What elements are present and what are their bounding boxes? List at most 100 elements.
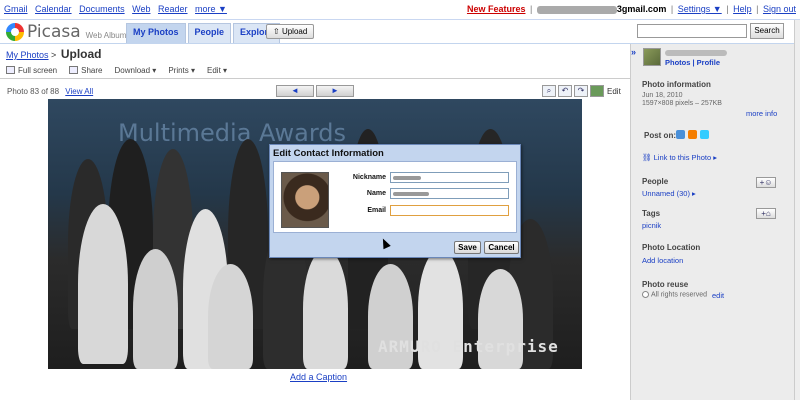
link-icon: ⛓: [642, 153, 654, 162]
nickname-label: Nickname: [352, 174, 386, 181]
page-scrollbar[interactable]: [794, 20, 800, 400]
picnik-edit-icon[interactable]: [590, 85, 604, 97]
owner-name-redacted: [665, 50, 727, 56]
add-caption-link[interactable]: Add a Caption: [290, 372, 347, 382]
photo-person: [78, 204, 128, 364]
tab-my-photos[interactable]: My Photos: [126, 23, 186, 43]
google-apps-links: Gmail Calendar Documents Web Reader more…: [4, 4, 232, 14]
upload-label: Upload: [281, 27, 308, 36]
edit-contact-dialog: Edit Contact Information Nickname Name E…: [269, 144, 521, 258]
photo-reuse-heading: Photo reuse: [642, 280, 689, 289]
gmail-link[interactable]: Gmail: [4, 4, 28, 14]
photo-person: [303, 249, 348, 369]
name-label: Name: [366, 190, 386, 197]
tag-link[interactable]: picnik: [642, 221, 661, 230]
add-person-button[interactable]: +☺: [756, 177, 776, 188]
photo-tools: ⌕ ↶ ↷ Edit: [542, 85, 621, 97]
new-features-link[interactable]: New Features: [467, 4, 526, 14]
breadcrumb-separator: >: [51, 50, 57, 60]
web-link[interactable]: Web: [132, 4, 150, 14]
toolbar-divider: [0, 78, 630, 79]
cancel-button[interactable]: Cancel: [484, 241, 519, 254]
app-header: Picasa Web Albums My Photos People Explo…: [0, 20, 800, 44]
edit-reuse-link[interactable]: edit: [712, 291, 724, 300]
post-on-label: Post on:: [644, 131, 676, 140]
documents-link[interactable]: Documents: [79, 4, 125, 14]
photo-reuse-value: All rights reserved: [642, 291, 707, 298]
fullscreen-icon: [6, 66, 15, 74]
view-all-link[interactable]: View All: [65, 87, 93, 96]
photo-position: Photo 83 of 88 View All: [7, 87, 93, 96]
zoom-icon[interactable]: ⌕: [542, 85, 556, 97]
full-screen-button[interactable]: Full screen: [6, 66, 57, 75]
rotate-right-icon[interactable]: ↷: [574, 85, 588, 97]
search-input[interactable]: [637, 24, 747, 38]
page-title: Upload: [60, 47, 102, 61]
photo-banner-text: Multimedia Awards: [118, 119, 347, 147]
twitter-icon[interactable]: [700, 130, 709, 139]
logo-text: Picasa: [27, 22, 81, 42]
photo-date: Jun 18, 2010: [642, 92, 683, 99]
upload-button[interactable]: ⇧ Upload: [266, 24, 315, 39]
more-info-link[interactable]: more info: [746, 109, 777, 118]
main-tabs: My Photos People Explore: [126, 23, 282, 43]
people-heading: People: [642, 177, 669, 186]
radio-icon: [642, 291, 649, 298]
dialog-body: Nickname Name Email: [273, 161, 517, 233]
save-button[interactable]: Save: [454, 241, 481, 254]
name-redacted: [393, 192, 429, 196]
picasa-logo[interactable]: Picasa Web Albums: [6, 22, 130, 42]
email-label: Email: [367, 207, 386, 214]
reader-link[interactable]: Reader: [158, 4, 188, 14]
help-link[interactable]: Help: [733, 4, 752, 14]
nickname-field[interactable]: [390, 172, 509, 183]
sign-out-link[interactable]: Sign out: [763, 4, 796, 14]
full-screen-label: Full screen: [18, 65, 58, 75]
search-button[interactable]: Search: [750, 23, 784, 39]
logo-subtitle: Web Albums: [85, 30, 131, 40]
email-redacted: [536, 5, 617, 14]
dialog-title: Edit Contact Information: [273, 148, 384, 159]
edit-menu[interactable]: Edit ▾: [207, 66, 227, 75]
photo-dimensions: 1597×808 pixels – 257KB: [642, 100, 722, 107]
email-field[interactable]: [390, 205, 509, 216]
previous-photo-button[interactable]: ◄: [276, 85, 314, 97]
mail-icon: [69, 66, 79, 74]
top-navigation-bar: Gmail Calendar Documents Web Reader more…: [0, 0, 800, 20]
download-menu[interactable]: Download ▾: [114, 66, 156, 75]
nickname-redacted: [393, 176, 421, 180]
avatar[interactable]: [643, 48, 661, 66]
unnamed-people-link[interactable]: Unnamed (30) ▸: [642, 189, 696, 198]
photo-watermark: ARMURO Enterprise: [378, 337, 559, 356]
name-field[interactable]: [390, 188, 509, 199]
reuse-text: All rights reserved: [651, 291, 708, 299]
photo-info-heading: Photo information: [642, 80, 711, 89]
contact-photo: [281, 172, 329, 228]
profile-links[interactable]: Photos | Profile: [665, 58, 720, 67]
calendar-link[interactable]: Calendar: [35, 4, 72, 14]
photo-toolbar: Full screen Share Download ▾ Prints ▾ Ed…: [6, 63, 622, 77]
link-to-photo[interactable]: ⛓ Link to this Photo ▸: [642, 153, 717, 162]
tags-heading: Tags: [642, 209, 661, 218]
next-photo-button[interactable]: ►: [316, 85, 354, 97]
add-tag-button[interactable]: +⌂: [756, 208, 776, 219]
breadcrumb-my-photos[interactable]: My Photos: [6, 50, 49, 60]
share-button[interactable]: Share: [69, 66, 102, 75]
share-services: [676, 130, 712, 139]
blogger-icon[interactable]: [688, 130, 697, 139]
photo-person: [133, 249, 178, 369]
photo-nav-arrows: ◄ ►: [276, 85, 356, 97]
share-label: Share: [81, 65, 103, 75]
tab-people[interactable]: People: [187, 23, 232, 43]
add-location-link[interactable]: Add location: [642, 256, 683, 265]
rotate-left-icon[interactable]: ↶: [558, 85, 572, 97]
photo-location-heading: Photo Location: [642, 243, 701, 252]
edit-photo-button[interactable]: Edit: [607, 87, 621, 96]
user-email: 3gmail.com: [616, 4, 667, 14]
buzz-icon[interactable]: [676, 130, 685, 139]
more-link[interactable]: more ▼: [195, 4, 227, 14]
settings-link[interactable]: Settings ▼: [678, 4, 722, 14]
prints-menu[interactable]: Prints ▾: [168, 66, 195, 75]
collapse-sidebar-button[interactable]: »: [631, 47, 636, 57]
link-to-photo-label: Link to this Photo ▸: [653, 153, 717, 162]
